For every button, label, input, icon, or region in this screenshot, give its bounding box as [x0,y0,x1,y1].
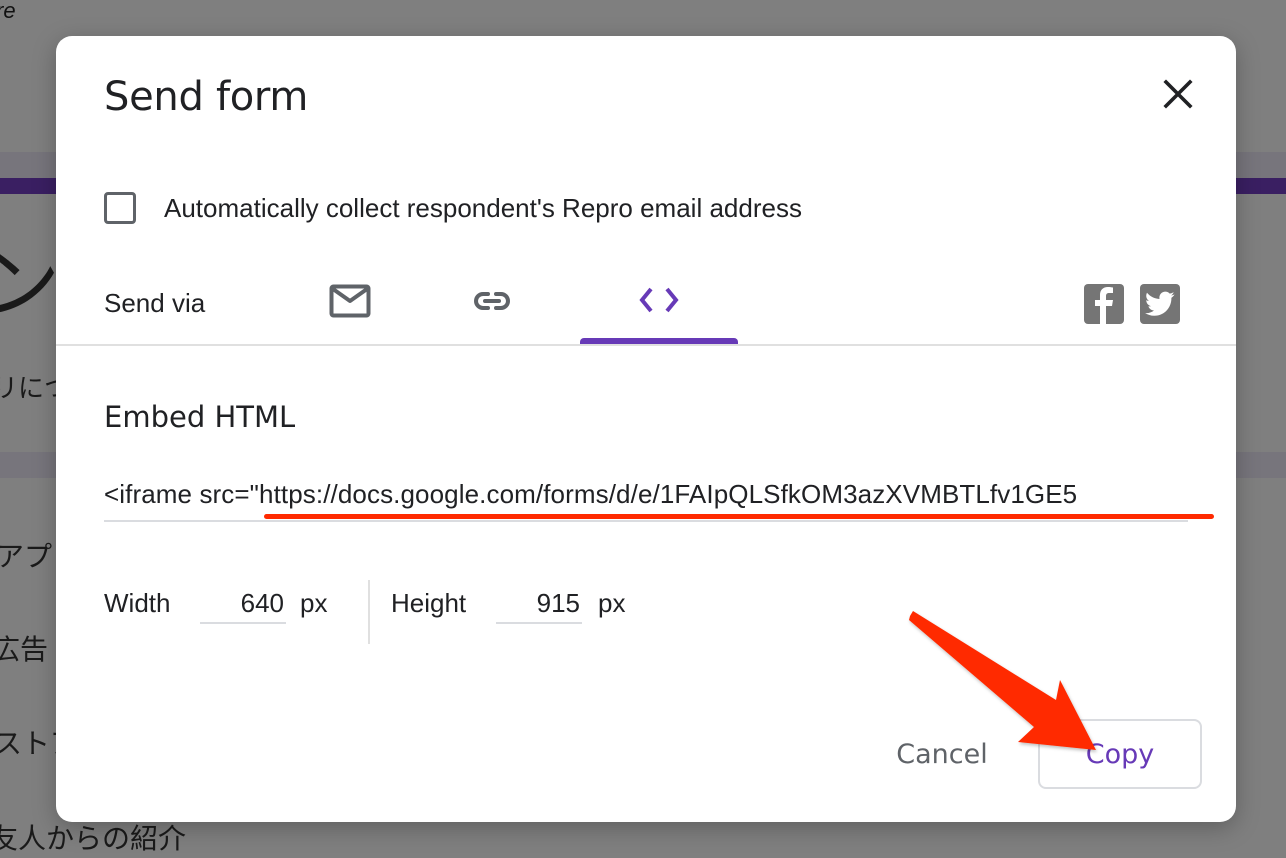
share-twitter-button[interactable] [1140,284,1180,324]
dialog-title: Send form [104,74,309,120]
send-form-dialog: Send form Automatically collect responde… [56,36,1236,822]
tab-link[interactable] [422,276,562,344]
code-brackets-icon [639,287,679,313]
collect-email-checkbox[interactable] [104,192,136,224]
link-icon [474,292,510,310]
annotation-underline [264,514,1214,519]
width-label: Width [104,588,171,618]
close-button[interactable] [1158,74,1198,114]
send-via-label: Send via [104,288,206,318]
embed-code-value: <iframe src="https://docs.google.com/for… [104,479,1078,509]
mail-icon [329,284,371,318]
share-facebook-button[interactable] [1084,284,1124,324]
tab-email[interactable] [280,276,420,344]
tab-embed[interactable] [580,276,738,344]
height-label: Height [391,588,467,618]
dimensions-divider [368,580,370,644]
tabs-divider [56,344,1236,346]
background-title-glyph: ン [0,240,61,330]
background-top-text: re [0,0,16,23]
embed-html-heading: Embed HTML [104,400,296,434]
height-input[interactable]: 915 [496,588,582,624]
background-text-line: 友人からの紹介 [0,822,187,855]
copy-button[interactable]: Copy [1038,719,1202,789]
twitter-icon [1145,291,1175,316]
facebook-icon [1095,287,1113,324]
collect-email-row: Automatically collect respondent's Repro… [104,192,802,224]
close-icon [1163,79,1193,109]
width-input[interactable]: 640 [200,588,286,624]
background-text-line: アプ [0,540,53,573]
collect-email-label: Automatically collect respondent's Repro… [164,192,802,223]
width-unit: px [300,588,328,618]
height-unit: px [598,588,626,618]
background-text-line: 広告 [0,633,49,666]
cancel-button[interactable]: Cancel [882,720,1002,788]
